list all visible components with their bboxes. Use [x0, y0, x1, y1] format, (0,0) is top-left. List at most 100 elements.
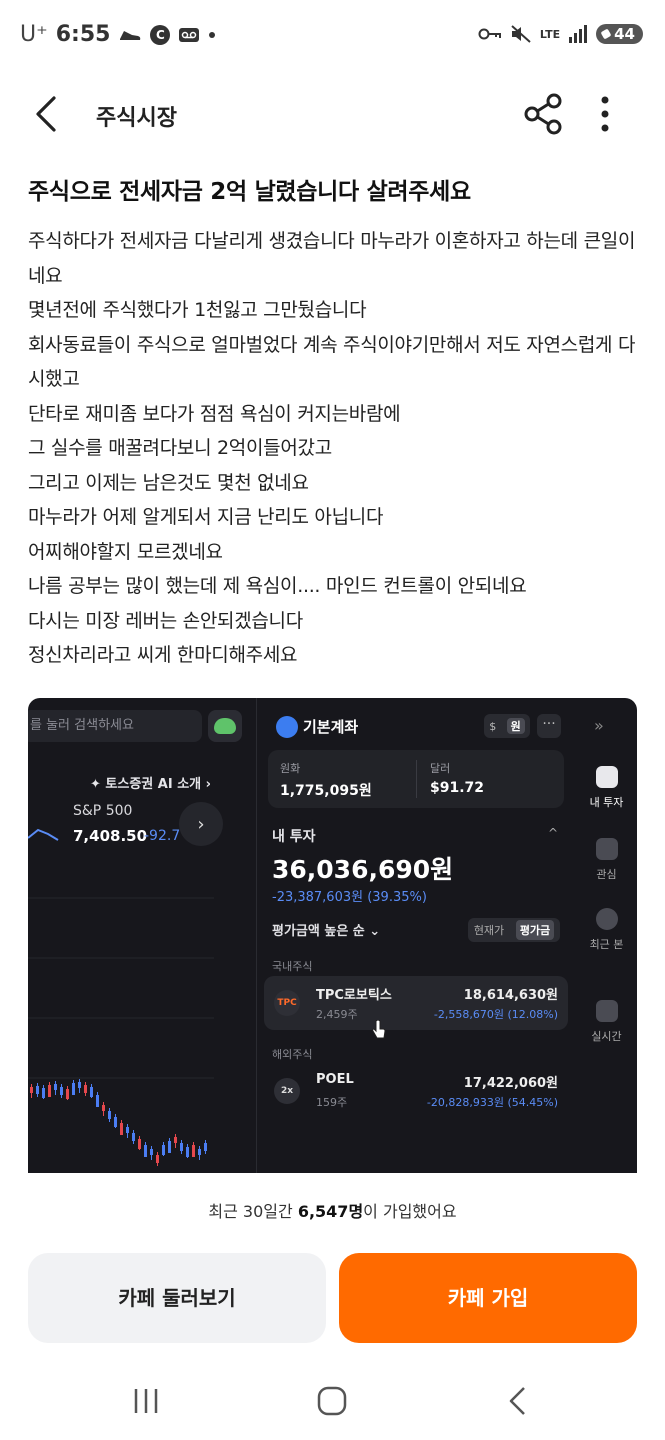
- heart-icon: [595, 838, 618, 860]
- post-line: 나름 공부는 많이 했는데 제 욕심이.... 마인드 컨트롤이 안되네요: [28, 575, 527, 597]
- recent-apps-icon: [134, 1389, 158, 1413]
- rail-item-watchlist: 관심: [576, 838, 637, 882]
- browse-cafe-button[interactable]: 카페 둘러보기: [28, 1253, 326, 1343]
- krw-balance: 원화 1,775,095원: [280, 760, 372, 800]
- post-title: 주식으로 전세자금 2억 날렸습니다 살려주세요: [28, 179, 471, 205]
- post-line: 몇년전에 주식했다가 1천잃고 그만뒀습니다: [28, 299, 367, 321]
- mute-icon: [510, 24, 532, 44]
- candle-body: [90, 1087, 93, 1097]
- frog-avatar-icon: [208, 710, 242, 742]
- status-bar: U⁺ 6:55 C LTE 44: [0, 0, 665, 76]
- rail-label: 최근 본: [589, 938, 624, 951]
- post-line: 회사동료들이 주식으로 얼마벌었다 계속 주식이야기만해서 저도 자연스럽게 다…: [28, 333, 636, 391]
- rail-label: 관심: [596, 868, 617, 881]
- usd-balance: 달러 $91.72: [430, 760, 484, 796]
- post-line: 그 실수를 매꿀려다보니 2억이들어갔고: [28, 437, 332, 459]
- balance-label: 원화: [280, 762, 301, 775]
- rail-label: 실시간: [591, 1030, 622, 1043]
- share-icon: [524, 93, 562, 135]
- investment-total: 36,036,690원: [272, 855, 454, 884]
- tpc-logo-icon: TPC: [274, 990, 300, 1016]
- hand-cursor-icon: [372, 1020, 386, 1039]
- fire-icon: [595, 1000, 618, 1022]
- back-arrow-icon: [36, 96, 56, 132]
- candle-body: [168, 1141, 171, 1153]
- clock: 6:55: [55, 22, 111, 47]
- domestic-section-label: 국내주식: [272, 960, 313, 973]
- chevron-up-icon: ^: [548, 826, 559, 840]
- candle-body: [126, 1127, 129, 1133]
- candle-body: [192, 1145, 195, 1157]
- candle-body: [78, 1082, 81, 1088]
- more-options-button[interactable]: [590, 92, 620, 136]
- panel-divider: [256, 698, 257, 1173]
- battery-indicator: 44: [596, 24, 643, 44]
- overseas-section-label: 해외주식: [272, 1048, 313, 1061]
- back-chevron-icon: [509, 1387, 525, 1415]
- voicemail-icon: [178, 27, 200, 43]
- balance-value: 1,775,095원: [280, 783, 372, 799]
- post-line: 그리고 이제는 남은것도 몇천 없네요: [28, 471, 309, 494]
- candle-body: [120, 1123, 123, 1135]
- rail-item-recent: 최근 본: [576, 908, 637, 952]
- kebab-menu-icon: [601, 96, 609, 132]
- c-badge-icon: C: [150, 24, 171, 45]
- account-more-icon: ···: [537, 714, 561, 738]
- evaluation-option: 평가금: [515, 920, 555, 940]
- clock-icon: [595, 908, 618, 930]
- currency-toggle: $ 원: [484, 714, 530, 738]
- candle-body: [114, 1117, 117, 1127]
- join-stats: 최근 30일간 6,547명이 가입했어요: [0, 1198, 665, 1222]
- attached-screenshot[interactable]: 를 눌러 검색하세요 ✦ 토스증권 AI 소개 › S&P 500 7,408.…: [28, 698, 637, 1173]
- candle-body: [66, 1089, 69, 1099]
- back-button[interactable]: [30, 92, 70, 136]
- join-bottom-sheet: 최근 30일간 6,547명이 가입했어요 카페 둘러보기 카페 가입: [0, 1173, 665, 1365]
- investment-change: -23,387,603원 (39.35%): [272, 890, 427, 905]
- holding-change: -20,828,933원 (54.45%): [426, 1096, 558, 1109]
- post-line: 어찌해야할지 모르겠네요: [28, 540, 223, 563]
- candle-body: [138, 1139, 141, 1149]
- candle-body: [54, 1084, 57, 1090]
- key-icon: [478, 27, 502, 41]
- balance-divider: [416, 760, 417, 798]
- account-name: 기본계좌: [303, 718, 359, 736]
- candle-body: [102, 1105, 105, 1111]
- leverage-logo-icon: 2x: [274, 1078, 300, 1104]
- candle-body: [198, 1149, 201, 1155]
- candle-body: [144, 1145, 147, 1157]
- join-cafe-button[interactable]: 카페 가입: [339, 1253, 637, 1343]
- investment-label: 내 투자: [272, 829, 316, 845]
- balance-label: 달러: [430, 762, 451, 775]
- join-count: 6,547명: [297, 1202, 364, 1221]
- system-nav-bar: [0, 1365, 665, 1440]
- holding-value: 17,422,060원: [463, 1076, 558, 1091]
- post-line: 단타로 재미좀 보다가 점점 욕심이 커지는바람에: [28, 402, 401, 425]
- candle-body: [108, 1111, 111, 1119]
- current-price-option: 현재가: [473, 924, 505, 937]
- usd-option: $: [489, 719, 497, 733]
- candle-body: [132, 1133, 135, 1141]
- home-button[interactable]: [302, 1383, 362, 1419]
- recent-apps-button[interactable]: [116, 1383, 176, 1419]
- embedded-side-rail: » 내 투자 관심 최근 본 실시간: [576, 698, 637, 1173]
- system-back-button[interactable]: [488, 1383, 548, 1419]
- dot-icon: [208, 31, 216, 39]
- join-stats-suffix: 이 가입했어요: [363, 1202, 457, 1221]
- candle-body: [150, 1149, 153, 1155]
- holding-change: -2,558,670원 (12.08%): [433, 1008, 558, 1021]
- candle-body: [42, 1088, 45, 1098]
- account-icon: [276, 716, 298, 738]
- status-right: LTE 44: [478, 24, 643, 44]
- home-icon: [317, 1386, 347, 1416]
- join-stats-prefix: 최근 30일간: [208, 1202, 298, 1221]
- share-button[interactable]: [522, 92, 566, 136]
- candlestick-chart-image: [28, 828, 214, 1166]
- sort-selector: 평가금액 높은 순 ⌄: [272, 924, 381, 939]
- shoe-icon: [118, 27, 142, 43]
- candle-body: [180, 1143, 183, 1151]
- app-bar: 주식시장: [0, 76, 665, 152]
- holding-quantity: 2,459주: [316, 1008, 358, 1021]
- post-line: 정신차리라고 씨게 한마디해주세요: [28, 644, 298, 666]
- rail-item-realtime: 실시간: [576, 1000, 637, 1044]
- ai-intro-link: ✦ 토스증권 AI 소개 ›: [90, 777, 212, 792]
